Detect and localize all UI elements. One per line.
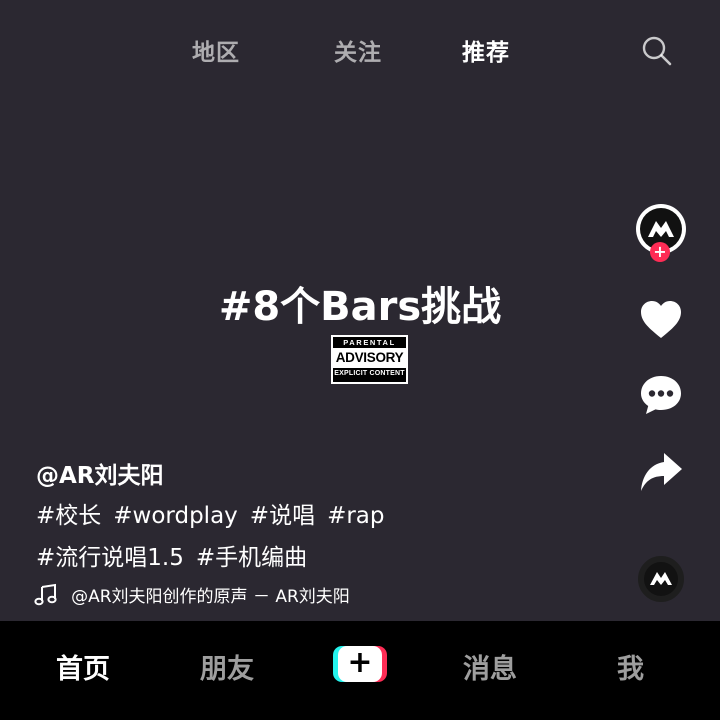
bottom-nav-bar: 首页 朋友 + 消息 我 (0, 621, 720, 720)
hashtag-link[interactable]: #校长 (36, 503, 101, 529)
like-button[interactable] (638, 297, 684, 343)
parental-advisory-label: PARENTAL ADVISORY EXPLICIT CONTENT (331, 335, 408, 384)
author-name[interactable]: @AR刘夫阳 (36, 456, 164, 490)
advisory-line-1: PARENTAL (343, 338, 396, 347)
search-button[interactable] (640, 34, 674, 68)
music-disc[interactable] (638, 556, 684, 602)
share-icon (641, 453, 682, 491)
tab-region[interactable]: 地区 (192, 33, 240, 67)
music-info[interactable]: @AR刘夫阳创作的原声 － AR刘夫阳 (34, 582, 350, 608)
advisory-line-3: EXPLICIT CONTENT (334, 370, 405, 377)
share-button[interactable] (638, 449, 684, 495)
music-note-icon (34, 583, 57, 605)
advisory-line-2: ADVISORY (333, 348, 406, 368)
tab-following[interactable]: 关注 (334, 33, 382, 67)
nav-me[interactable]: 我 (617, 647, 644, 686)
follow-button[interactable]: + (650, 242, 670, 262)
hashtag-row: #校长 #wordplay #说唱 #rap (36, 496, 397, 530)
comment-icon (641, 376, 681, 414)
plus-icon: + (338, 646, 382, 682)
hashtag-link[interactable]: #wordplay (113, 503, 238, 529)
search-icon (642, 36, 672, 66)
hashtag-row: #流行说唱1.5 #手机编曲 (36, 538, 319, 572)
nav-friends[interactable]: 朋友 (200, 647, 254, 686)
video-feed-screen: 地区 关注 推荐 #8个Bars挑战 PARENTAL ADVISORY EXP… (0, 0, 720, 720)
comment-button[interactable] (638, 372, 684, 418)
hashtag-link[interactable]: #手机编曲 (196, 545, 307, 571)
nav-home[interactable]: 首页 (56, 647, 110, 686)
heart-icon (641, 301, 681, 338)
hashtag-link[interactable]: #rap (327, 503, 384, 529)
hashtag-link[interactable]: #说唱 (250, 503, 315, 529)
hashtag-link[interactable]: #流行说唱1.5 (36, 545, 184, 571)
create-video-button[interactable]: + (333, 646, 387, 682)
video-title-text: #8个Bars挑战 (218, 284, 502, 330)
music-title: @AR刘夫阳创作的原声 － AR刘夫阳 (71, 587, 350, 607)
ar-logo-icon (650, 572, 672, 585)
tab-recommended[interactable]: 推荐 (462, 33, 510, 67)
nav-messages[interactable]: 消息 (463, 647, 517, 686)
